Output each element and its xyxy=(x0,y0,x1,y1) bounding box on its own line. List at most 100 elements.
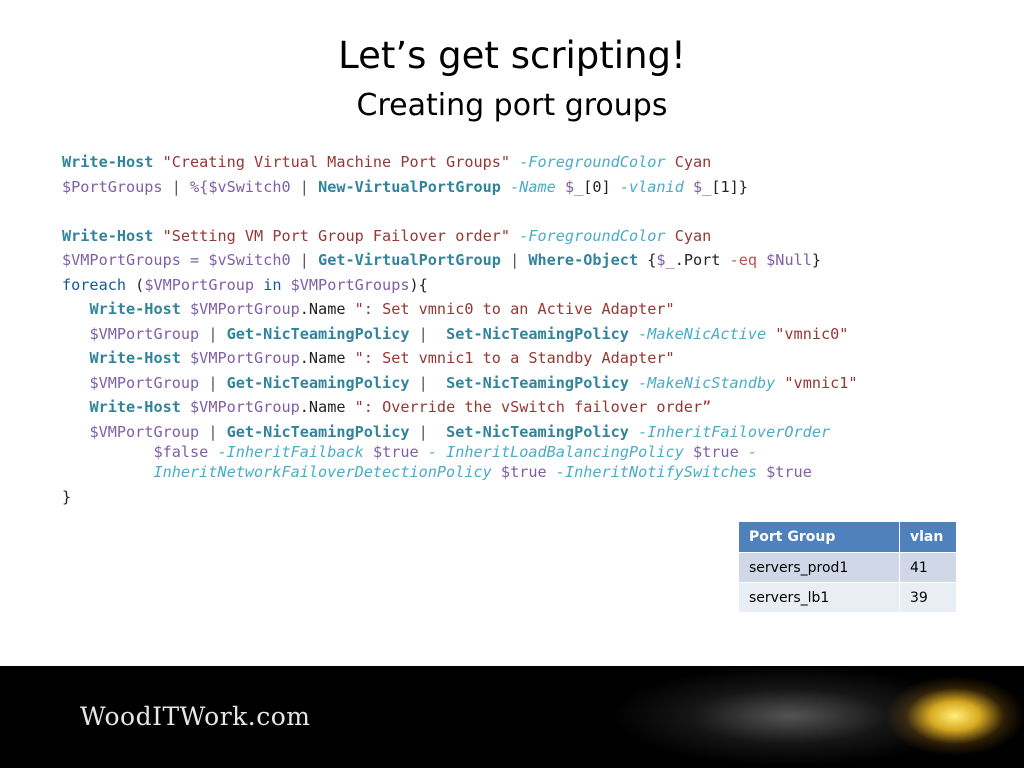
code-token: Write-Host xyxy=(89,300,181,318)
table-cell: servers_prod1 xyxy=(738,552,900,583)
code-token: | xyxy=(290,177,319,196)
code-token: Set-NicTeamingPolicy xyxy=(446,373,629,392)
light-flare-decoration xyxy=(560,666,1024,768)
code-token: -ForegroundColor xyxy=(519,153,666,171)
table-cell: 41 xyxy=(899,552,957,583)
code-token: - InheritLoadBalancingPolicy xyxy=(427,443,684,461)
port-group-table: Port Group vlan servers_prod1 41 servers… xyxy=(738,521,957,613)
code-token: Write-Host xyxy=(89,398,181,416)
table-cell: 39 xyxy=(899,582,957,613)
code-line: $PortGroups | %{$vSwitch0 | New-VirtualP… xyxy=(62,177,748,197)
code-token: .Name xyxy=(299,349,355,367)
code-token: %{ xyxy=(190,177,209,196)
code-token: -InheritNotifySwitches xyxy=(555,463,757,481)
code-token: { xyxy=(638,251,657,269)
code-token: $VMPortGroup xyxy=(190,349,300,367)
code-token: Write-Host xyxy=(89,349,181,367)
code-token: .Name xyxy=(299,398,355,416)
table-row: servers_lb1 39 xyxy=(738,582,957,613)
code-token: Where-Object xyxy=(528,251,639,269)
code-line: Write-Host "Setting VM Port Group Failov… xyxy=(62,226,711,246)
code-token: Write-Host xyxy=(62,153,154,171)
code-line: foreach ($VMPortGroup in $VMPortGroups){ xyxy=(62,275,428,295)
code-token: New-VirtualPortGroup xyxy=(318,177,501,196)
code-token: | xyxy=(409,422,447,441)
code-token: $VMPortGroups xyxy=(290,275,410,294)
code-line: $VMPortGroup | Get-NicTeamingPolicy | Se… xyxy=(62,422,830,442)
code-line: $VMPortGroup | Get-NicTeamingPolicy | Se… xyxy=(62,373,857,393)
code-token: -Name xyxy=(510,177,556,196)
code-token: Get-NicTeamingPolicy xyxy=(226,324,410,343)
code-token: = xyxy=(180,251,209,269)
code-token: $false xyxy=(153,443,209,461)
table-row: servers_prod1 41 xyxy=(738,552,957,583)
code-token: -InheritFailoverOrder xyxy=(638,422,831,441)
code-token: $Null xyxy=(766,251,812,269)
code-token: | xyxy=(199,324,227,343)
code-token: Write-Host xyxy=(62,226,154,245)
code-token: "vmnic0" xyxy=(775,324,849,343)
code-line: $VMPortGroup | Get-NicTeamingPolicy | Se… xyxy=(62,324,848,344)
code-token: -MakeNicStandby xyxy=(638,373,776,392)
code-token: $VMPortGroup xyxy=(89,373,200,392)
code-token: | xyxy=(290,251,319,269)
code-token: $_ xyxy=(564,177,584,196)
code-token: InheritNetworkFailoverDetectionPolicy xyxy=(153,463,492,481)
table-cell: servers_lb1 xyxy=(738,582,900,613)
code-token: | xyxy=(162,177,191,196)
slide-title: Let’s get scripting! xyxy=(338,34,686,77)
code-token: $_ xyxy=(656,251,675,269)
code-token: foreach xyxy=(62,275,127,294)
code-token: $true xyxy=(500,463,547,481)
code-token: $VMPortGroups xyxy=(62,251,181,269)
slide-subtitle: Creating port groups xyxy=(356,88,668,123)
code-token: -ForegroundColor xyxy=(519,226,666,245)
code-token: -InheritFailback xyxy=(217,443,364,461)
code-line: Write-Host $VMPortGroup.Name ": Override… xyxy=(62,397,711,417)
column-header-vlan: vlan xyxy=(899,521,957,553)
code-token: .Port xyxy=(674,251,730,269)
code-token: .Name xyxy=(299,300,355,318)
code-token: $VMPortGroup xyxy=(190,300,300,318)
code-token: | xyxy=(199,422,227,441)
code-token: $VMPortGroup xyxy=(89,422,200,441)
code-token: | xyxy=(409,324,447,343)
code-token: $PortGroups xyxy=(62,177,163,196)
code-line: } xyxy=(62,487,71,507)
code-token: -vlanid xyxy=(619,177,684,196)
code-token: $vSwitch0 xyxy=(208,177,291,196)
code-token: Set-NicTeamingPolicy xyxy=(446,324,629,343)
code-line: $false -InheritFailback $true - InheritL… xyxy=(62,442,757,462)
code-token: Set-NicTeamingPolicy xyxy=(446,422,629,441)
column-header-port-group: Port Group xyxy=(738,521,900,553)
code-token: $true xyxy=(766,463,812,481)
code-token: $VMPortGroup xyxy=(144,275,255,294)
code-token: ": Set vmnic1 to a Standby Adapter" xyxy=(354,349,675,367)
code-token: [0] xyxy=(583,177,620,196)
code-line: $VMPortGroups = $vSwitch0 | Get-VirtualP… xyxy=(62,250,821,270)
code-token: ": Override the vSwitch failover order” xyxy=(354,398,712,416)
code-token: Get-VirtualPortGroup xyxy=(318,251,501,269)
